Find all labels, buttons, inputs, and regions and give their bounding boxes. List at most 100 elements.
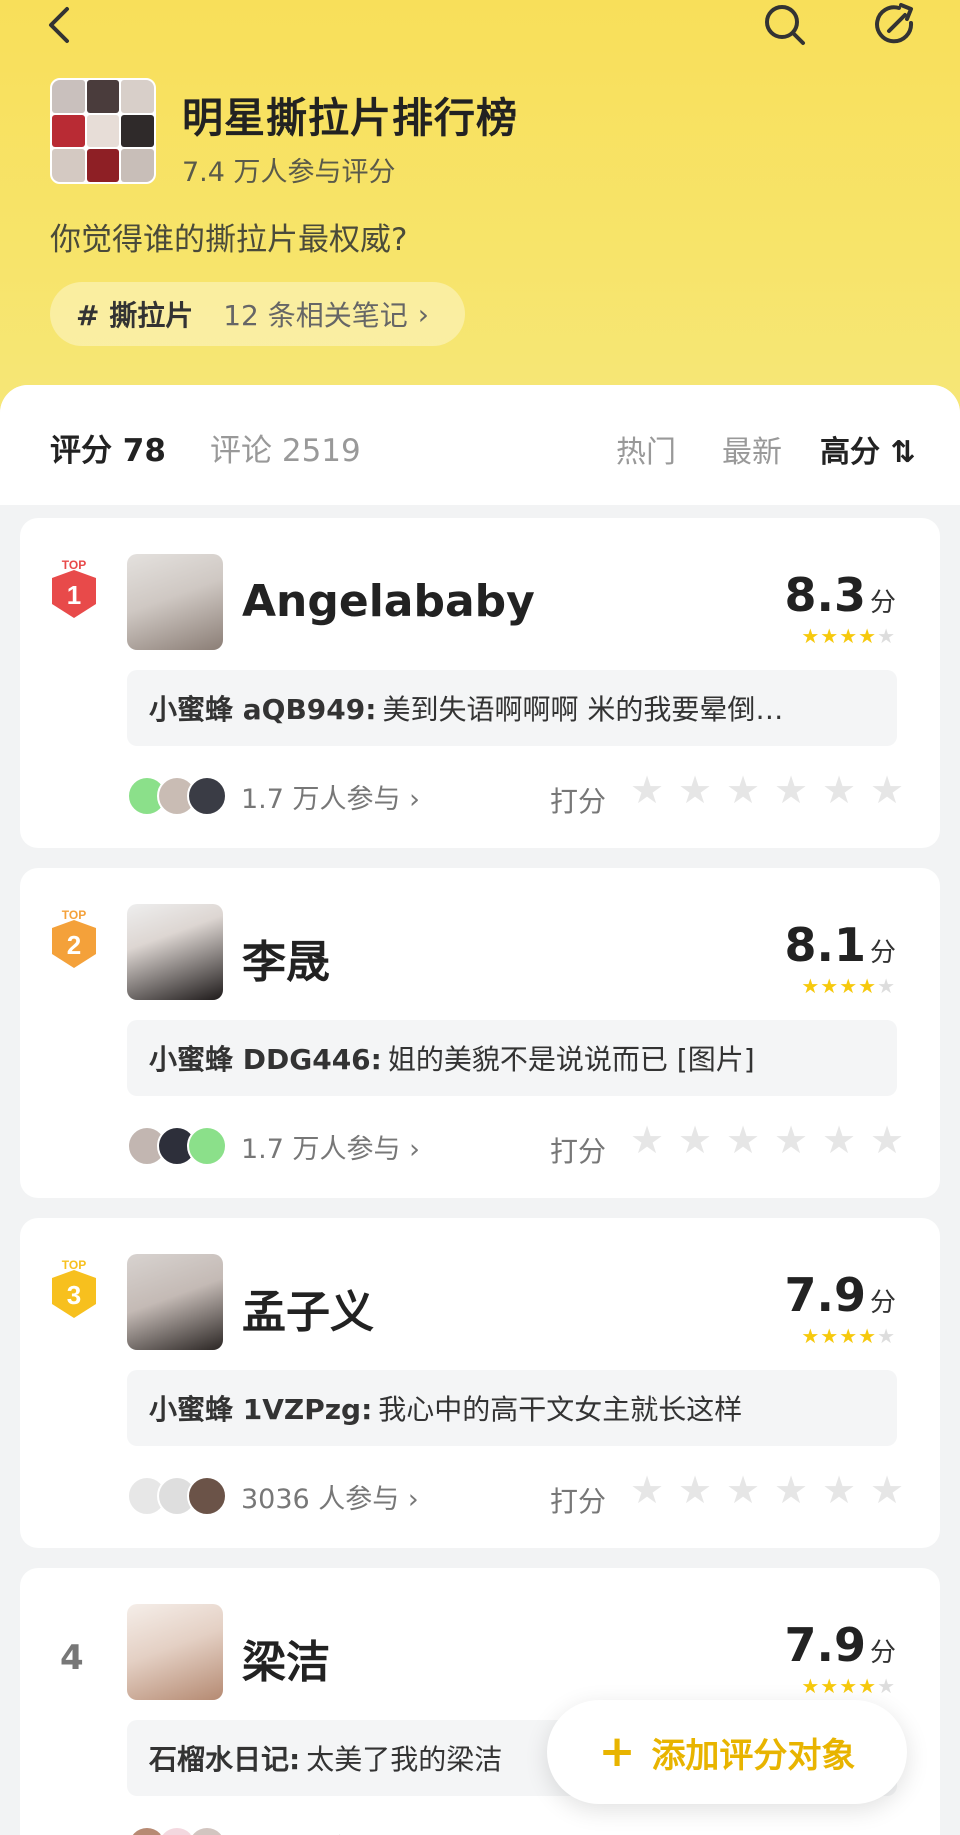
rank-badge-icon: TOP 2 — [52, 908, 96, 968]
tag-notes-count: 12 条相关笔记 — [223, 299, 408, 332]
back-arrow-icon — [49, 7, 69, 43]
avatar — [187, 776, 227, 816]
star-icon[interactable]: ★ — [726, 771, 762, 809]
star-icon[interactable]: ★ — [870, 1471, 906, 1509]
avatar[interactable] — [127, 904, 223, 1000]
score-unit: 分 — [869, 1288, 896, 1318]
star-icon[interactable]: ★ — [870, 1121, 906, 1159]
back-button[interactable] — [30, 0, 90, 50]
rating-stars-input[interactable]: ★ ★ ★ ★ ★ ★ — [630, 771, 906, 809]
score-unit: 分 — [869, 588, 896, 618]
rank-card-2[interactable]: TOP 2 李晟 8.1 分 ★★★★★ 小蜜蜂 DDG446: 姐的美貌不是说说… — [20, 868, 940, 1198]
comment-author: 小蜜蜂 aQB949: — [149, 693, 377, 726]
participants-link[interactable]: 3036 人参与 › — [241, 1477, 419, 1516]
add-rating-target-label: 添加评分对象 — [651, 1735, 856, 1776]
comment-text: 姐的美貌不是说说而已 [图片] — [387, 1043, 755, 1076]
tag-name: # 撕拉片 — [76, 299, 194, 332]
comment-text: 我心中的高干文女主就长这样 — [378, 1393, 743, 1426]
tab-comments[interactable]: 评论 2519 — [210, 425, 361, 470]
comment-author: 石榴水日记: — [149, 1743, 301, 1776]
participants-row: 3036 人参与 › — [127, 1476, 419, 1516]
candidate-name[interactable]: 孟子义 — [242, 1276, 374, 1340]
star-icon[interactable]: ★ — [822, 1121, 858, 1159]
score-stars: ★★★★★ — [801, 974, 896, 998]
star-icon[interactable]: ★ — [774, 771, 810, 809]
rank-number: 1 — [67, 580, 81, 610]
star-icon[interactable]: ★ — [822, 771, 858, 809]
candidate-name[interactable]: 梁洁 — [242, 1626, 330, 1690]
rank-card-1[interactable]: TOP 1 Angelababy 8.3 分 ★★★★★ 小蜜蜂 aQB949: … — [20, 518, 940, 848]
tab-score[interactable]: 评分 78 — [50, 425, 166, 470]
rate-label: 打分 — [550, 1485, 607, 1518]
rank-number: 2 — [67, 930, 81, 960]
rank-number: 3 — [67, 1280, 81, 1310]
topic-tag[interactable]: # 撕拉片 12 条相关笔记 › — [50, 282, 465, 346]
star-icon[interactable]: ★ — [774, 1121, 810, 1159]
participants-row: 672 人参与 › — [127, 1826, 402, 1835]
chevron-right-icon: › — [417, 297, 429, 331]
share-button[interactable] — [865, 0, 925, 50]
rating-stars-input[interactable]: ★ ★ ★ ★ ★ ★ — [630, 1471, 906, 1509]
search-button[interactable] — [755, 0, 815, 50]
avatar — [187, 1826, 227, 1835]
score-value: 7.9 — [784, 1268, 866, 1322]
candidate-name[interactable]: 李晟 — [242, 926, 330, 990]
search-icon — [765, 5, 805, 45]
participants-row: 1.7 万人参与 › — [127, 776, 420, 816]
score-value: 8.1 — [784, 918, 866, 972]
star-icon[interactable]: ★ — [678, 1121, 714, 1159]
page-title: 明星撕拉片排行榜 — [182, 94, 518, 142]
sort-latest[interactable]: 最新 — [722, 427, 782, 471]
rating-stars-input[interactable]: ★ ★ ★ ★ ★ ★ — [630, 1121, 906, 1159]
sort-high-score[interactable]: 高分 ⇅ — [820, 427, 916, 471]
sort-hot[interactable]: 热门 — [616, 427, 676, 471]
rate-label: 打分 — [550, 1830, 606, 1835]
avatar — [187, 1126, 227, 1166]
header-area — [0, 0, 960, 420]
star-icon[interactable]: ★ — [774, 1471, 810, 1509]
star-icon[interactable]: ★ — [630, 771, 666, 809]
participants-link[interactable]: 1.7 万人参与 › — [241, 1127, 420, 1166]
score-unit: 分 — [869, 1638, 896, 1668]
rate-label: 打分 — [550, 785, 607, 818]
avatar — [187, 1476, 227, 1516]
star-icon[interactable]: ★ — [678, 771, 714, 809]
rate-label: 打分 — [550, 1135, 607, 1168]
score-stars: ★★★★★ — [801, 624, 896, 648]
score-block: 7.9 分 ★★★★★ — [784, 1268, 896, 1348]
score-block: 7.9 分 ★★★★★ — [784, 1618, 896, 1698]
share-icon — [875, 3, 914, 44]
star-icon[interactable]: ★ — [630, 1121, 666, 1159]
avatar[interactable] — [127, 554, 223, 650]
top-comment[interactable]: 小蜜蜂 DDG446: 姐的美貌不是说说而已 [图片] — [127, 1020, 897, 1096]
participants-link[interactable]: 1.7 万人参与 › — [241, 777, 420, 816]
participants-link[interactable]: 672 人参与 › — [241, 1827, 402, 1835]
ranking-question: 你觉得谁的撕拉片最权威? — [50, 222, 408, 258]
rank-badge-icon: TOP 3 — [52, 1258, 96, 1318]
star-icon[interactable]: ★ — [678, 1471, 714, 1509]
score-block: 8.1 分 ★★★★★ — [784, 918, 896, 998]
score-value: 8.3 — [784, 568, 866, 622]
tab-bar: 评分 78 评论 2519 热门 最新 高分 ⇅ — [0, 385, 960, 505]
plus-icon: + — [598, 1726, 636, 1777]
add-rating-target-button[interactable]: + 添加评分对象 — [547, 1700, 907, 1804]
star-icon[interactable]: ★ — [630, 1471, 666, 1509]
comment-text: 美到失语啊啊啊 米的我要晕倒… — [382, 693, 784, 726]
participants-row: 1.7 万人参与 › — [127, 1126, 420, 1166]
top-comment[interactable]: 小蜜蜂 aQB949: 美到失语啊啊啊 米的我要晕倒… — [127, 670, 897, 746]
rank-number: 4 — [60, 1638, 84, 1678]
rank-top-label: TOP — [62, 908, 86, 922]
rank-badge-icon: TOP 1 — [52, 558, 96, 618]
star-icon[interactable]: ★ — [726, 1121, 762, 1159]
star-icon[interactable]: ★ — [726, 1471, 762, 1509]
participant-count: 7.4 万人参与评分 — [182, 157, 396, 188]
candidate-name[interactable]: Angelababy — [242, 576, 535, 627]
star-icon[interactable]: ★ — [822, 1471, 858, 1509]
rank-card-3[interactable]: TOP 3 孟子义 7.9 分 ★★★★★ 小蜜蜂 1VZPzg: 我心中的高干文… — [20, 1218, 940, 1548]
rank-top-label: TOP — [62, 1258, 86, 1272]
avatar[interactable] — [127, 1254, 223, 1350]
rank-top-label: TOP — [62, 558, 86, 572]
star-icon[interactable]: ★ — [870, 771, 906, 809]
avatar[interactable] — [127, 1604, 223, 1700]
top-comment[interactable]: 小蜜蜂 1VZPzg: 我心中的高干文女主就长这样 — [127, 1370, 897, 1446]
